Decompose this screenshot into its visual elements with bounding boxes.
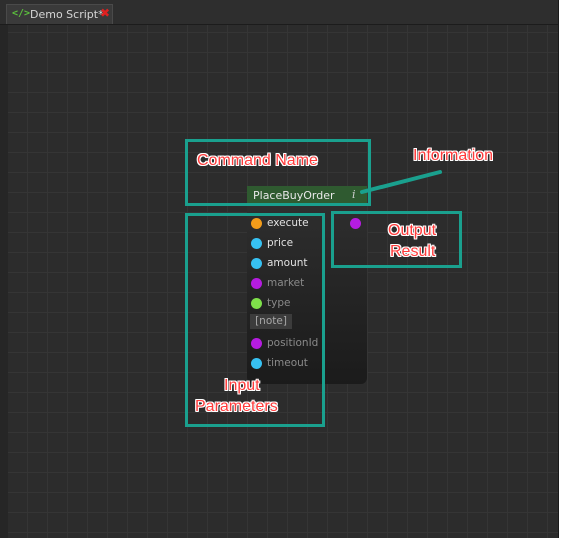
command-name-label: Command Name	[197, 152, 318, 169]
tab-label: Demo Script*	[30, 8, 104, 21]
information-pointer-line	[360, 170, 442, 194]
code-icon: </>	[12, 8, 31, 19]
parameters-label: Parameters	[195, 398, 278, 415]
canvas-gutter	[0, 25, 8, 538]
result-label: Result	[390, 243, 436, 260]
close-icon[interactable]: ✖	[100, 6, 110, 20]
input-label: Input	[224, 377, 260, 394]
tab-bar: </> Demo Script* ✖	[0, 0, 558, 25]
tab-demo-script[interactable]: </> Demo Script* ✖	[6, 4, 113, 24]
output-label: Output	[388, 222, 437, 239]
information-label: Information	[413, 147, 494, 164]
